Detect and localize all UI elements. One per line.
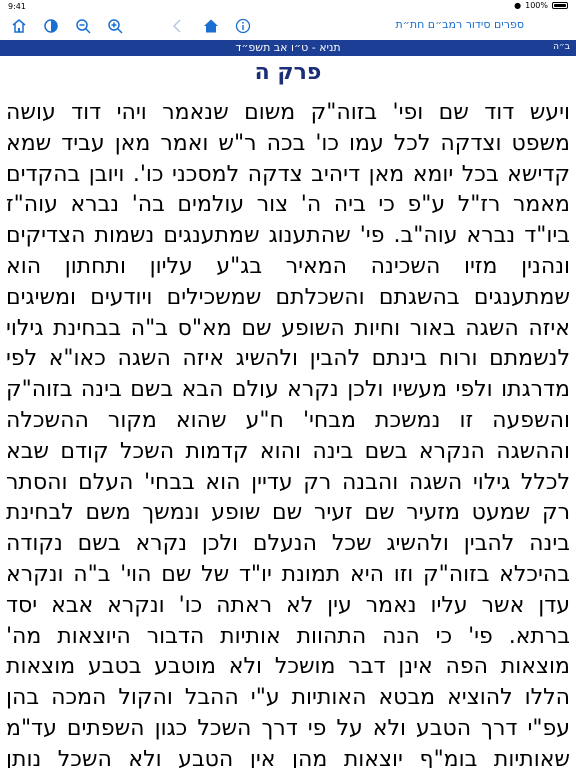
text-line: איזה השגה באור וחיות השופע שם מא"ס ב"ה ב… xyxy=(6,315,570,341)
text-line: והשפעה זו נמשכת מבחי' ח"ע שהוא מקור ההשכ… xyxy=(6,407,570,433)
status-time: 9:41 xyxy=(8,2,26,11)
text-line: מדרגתו ולפי מעשיו ולכן נקרא עולם הבא בשם… xyxy=(6,377,570,403)
text-line: ברתא. פי' כי הנה התהוות אותיות הדבור היו… xyxy=(6,623,570,649)
text-line: שמתענגים בהשגתם והשכלתם שמשכילים ויודעים… xyxy=(6,284,570,310)
header-title: תניא - ט״ו אב תשפ״ד xyxy=(235,41,341,54)
contrast-icon[interactable] xyxy=(42,17,60,35)
wifi-icon: ● xyxy=(514,1,522,10)
text-line: משפט וצדקה לכל עמו כו' בכה ר"ש ואמר מאן … xyxy=(6,130,570,156)
info-icon[interactable] xyxy=(234,17,252,35)
text-line: רק שמעט מזעיר שם זעיר שם שופע ונמשך משם … xyxy=(6,500,570,526)
battery-percent: 100% xyxy=(525,1,548,10)
header-badge: ב״ה xyxy=(553,42,570,52)
text-line: מאמר רז"ל ע"פ כי ביה ה' צור עולמים בה' נ… xyxy=(6,192,570,218)
text-line: עדן אשר עליו נאמר עין לא ראתה כו' ונקרא … xyxy=(6,592,570,618)
toolbar: ספרים סידור רמב״ם חת״ת xyxy=(0,12,576,40)
zoom-out-icon[interactable] xyxy=(74,17,92,35)
text-line: ויעש דוד שם ופי' בזוה"ק משום שנאמר ויהי … xyxy=(6,100,570,125)
header-bar: תניא - ט״ו אב תשפ״ד ב״ה xyxy=(0,40,576,56)
text-line: וההשגה הנקרא בשם בינה והוא קדמות השכל קו… xyxy=(6,438,570,464)
text-line: ביו"ד נברא עוה"ב. פי' שהתענוג שמתענגים נ… xyxy=(6,223,570,249)
text-line: בהיכלא בזוה"ק וזו היא תמונת יו"ד של שם ה… xyxy=(6,561,570,587)
text-line: הללו להוציא מבטא האותיות ע"י ההבל והקול … xyxy=(6,685,570,711)
text-line: לכלל גילוי השגה והבנה רק עדיין הוא בבחי'… xyxy=(6,469,570,495)
text-line: בינה להבין ולהשיג שכל הנעלם ולכן נקרא בש… xyxy=(6,531,570,557)
text-line: לנשמתם ורוח בינתם להבין ולהשיג איזה השגה… xyxy=(6,346,570,372)
text-content: ויעש דוד שם ופי' בזוה"ק משום שנאמר ויהי … xyxy=(6,98,570,768)
home-icon[interactable] xyxy=(10,17,28,35)
battery-icon xyxy=(552,2,568,9)
text-line: עפ"י דרך הטבע ולא על פי דרך השכל כגון הש… xyxy=(6,715,570,741)
zoom-in-icon[interactable] xyxy=(106,17,124,35)
text-line: ונהנין מזיו השכינה המאיר בג"ע עליון ותחת… xyxy=(6,253,570,279)
home-blue-icon[interactable] xyxy=(202,17,220,35)
text-line: שאותיות בומ"ף יוצאות מהן אין הטבע ולא הש… xyxy=(6,746,570,768)
status-bar: 9:41 ● 100% xyxy=(0,0,576,12)
chapter-title: פרק ה xyxy=(254,60,322,85)
toolbar-title[interactable]: ספרים סידור רמב״ם חת״ת xyxy=(396,18,524,31)
text-line: מוצאות הפה אינן דבר מושכל ולא מוטבע בטבע… xyxy=(6,654,570,680)
text-line: קדישא בכל יומא מאן דיהיב צדקה למסכני כו'… xyxy=(6,161,570,187)
status-right: ● 100% xyxy=(514,1,568,10)
back-icon[interactable] xyxy=(168,17,186,35)
